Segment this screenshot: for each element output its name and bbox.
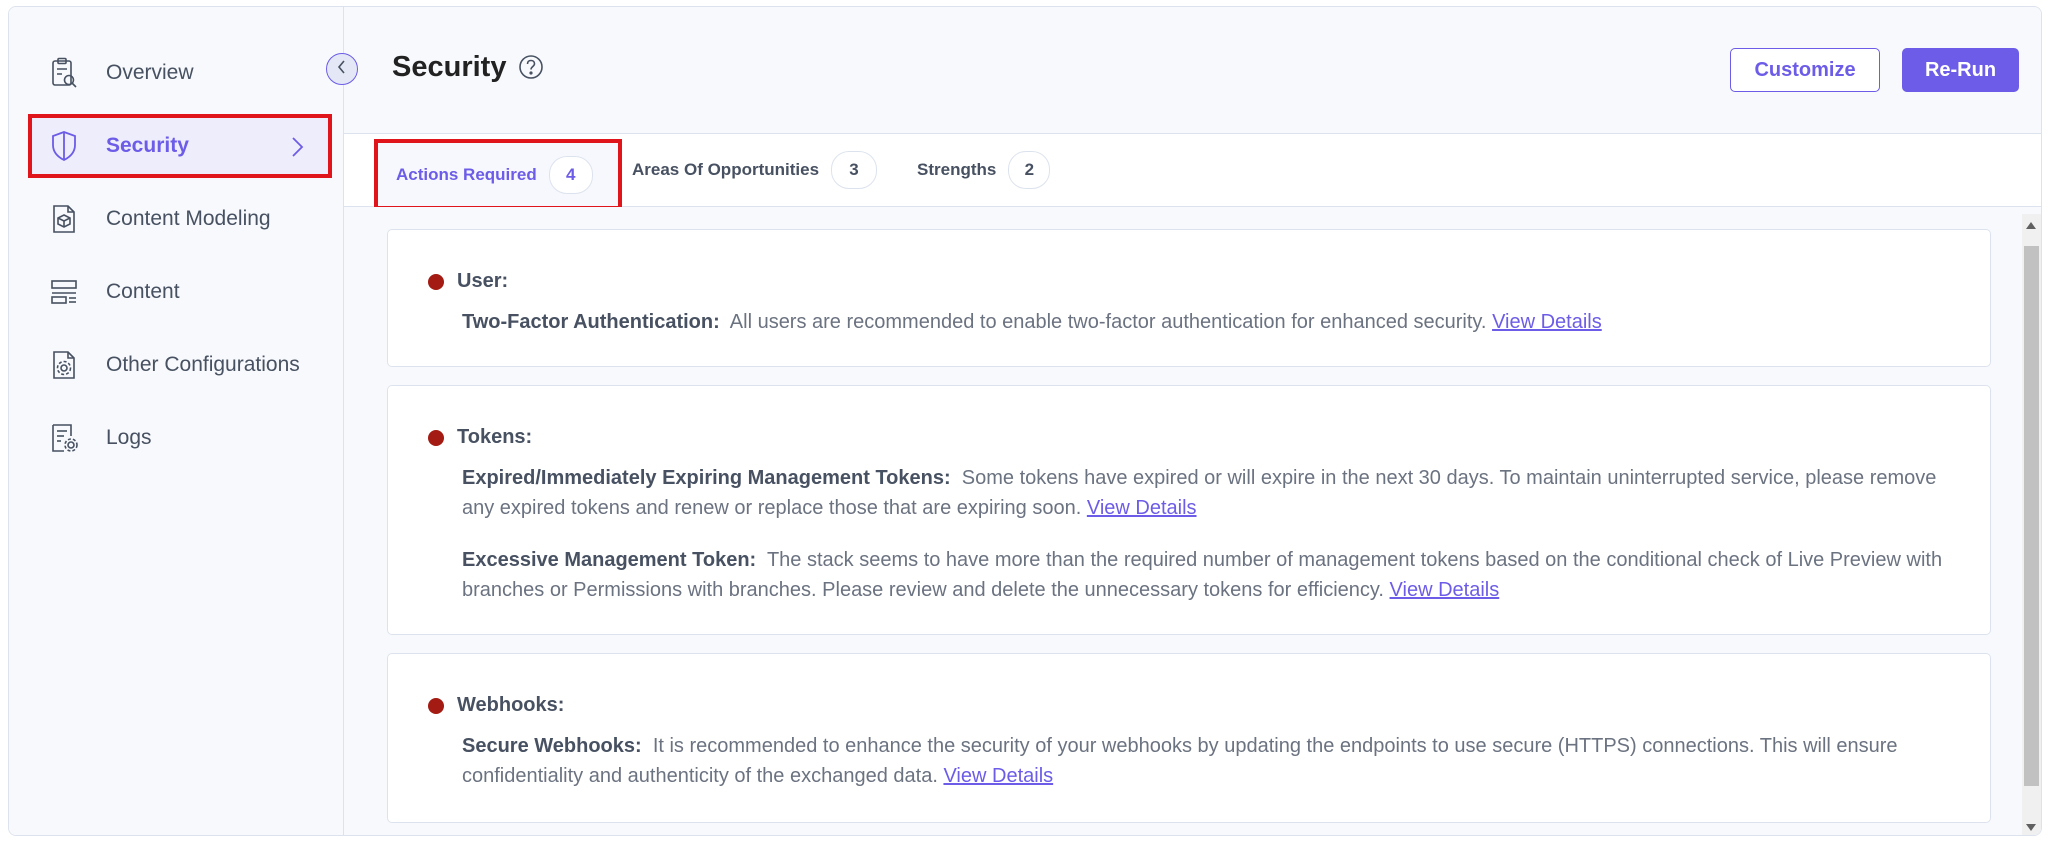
sidebar-item-label: Other Configurations [106,353,300,376]
rerun-button[interactable]: Re-Run [1902,48,2019,92]
status-dot [428,429,444,446]
finding-item: Secure Webhooks: It is recommended to en… [462,732,1962,791]
view-details-link[interactable]: View Details [943,765,1053,787]
help-icon[interactable] [518,54,544,85]
sidebar-item-other-configurations[interactable]: Other Configurations [28,333,332,397]
section-card-tokens: Tokens: Expired/Immediately Expiring Man… [387,385,1991,635]
finding-name: Excessive Management Token: [462,549,757,571]
scrollbar[interactable] [2022,214,2041,835]
sidebar-item-label: Content [106,280,180,303]
section-title: User: [457,270,509,292]
sidebar-item-content-modeling[interactable]: Content Modeling [28,187,332,251]
section-header: User: [428,270,508,293]
view-details-link[interactable]: View Details [1492,311,1602,333]
page-title: Security [392,51,507,83]
section-card-user: User: Two-Factor Authentication: All use… [387,229,1991,367]
shield-icon [48,130,80,162]
scroll-down-arrow-icon[interactable] [2026,824,2036,831]
count-badge: 2 [1008,151,1051,189]
section-title: Tokens: [457,426,533,448]
app-window: Overview Security Content Modeling Conte… [8,6,2042,836]
content-area: User: Two-Factor Authentication: All use… [344,207,2041,835]
sidebar: Overview Security Content Modeling Conte… [9,7,344,835]
tab-label: Strengths [917,160,997,179]
view-details-link[interactable]: View Details [1390,579,1500,601]
view-details-link[interactable]: View Details [1087,497,1197,519]
scroll-up-arrow-icon[interactable] [2026,222,2036,229]
chevron-right-icon [290,136,304,163]
tab-actions-required[interactable]: Actions Required 4 [374,139,622,210]
chevron-left-icon [336,59,348,80]
cube-document-icon [48,203,80,235]
section-header: Tokens: [428,426,532,449]
section-card-webhooks: Webhooks: Secure Webhooks: It is recomme… [387,653,1991,823]
sidebar-item-label: Logs [106,426,152,449]
clipboard-search-icon [48,57,80,89]
finding-item: Excessive Management Token: The stack se… [462,546,1962,605]
sidebar-item-content[interactable]: Content [28,260,332,324]
scrollbar-thumb[interactable] [2024,246,2039,786]
tabs-bar: Actions Required 4 Areas Of Opportunitie… [344,133,2041,210]
customize-button[interactable]: Customize [1730,48,1880,92]
settings-document-icon [48,349,80,381]
sidebar-item-overview[interactable]: Overview [28,41,332,105]
sidebar-item-security[interactable]: Security [28,114,332,178]
finding-name: Expired/Immediately Expiring Management … [462,467,951,489]
finding-item: Two-Factor Authentication: All users are… [462,308,1962,338]
sidebar-item-label: Content Modeling [106,207,271,230]
count-badge: 3 [831,151,878,189]
section-title: Webhooks: [457,694,565,716]
content-list-icon [48,276,80,308]
sidebar-item-logs[interactable]: Logs [28,406,332,470]
log-settings-icon [48,422,80,454]
main-panel: Security Customize Re-Run Actions Requir… [344,7,2041,835]
finding-text: All users are recommended to enable two-… [729,311,1487,333]
status-dot [428,697,444,714]
tab-label: Actions Required [396,164,537,184]
finding-text: It is recommended to enhance the securit… [462,735,1898,787]
collapse-sidebar-button[interactable] [326,53,358,85]
finding-name: Secure Webhooks: [462,735,642,757]
sidebar-item-label: Overview [106,61,194,84]
status-dot [428,273,444,290]
finding-item: Expired/Immediately Expiring Management … [462,464,1962,523]
tab-areas-of-opportunities[interactable]: Areas Of Opportunities 3 [632,144,878,196]
section-header: Webhooks: [428,694,564,717]
tab-label: Areas Of Opportunities [632,160,820,179]
sidebar-item-label: Security [106,134,189,157]
tab-strengths[interactable]: Strengths 2 [917,144,1051,196]
count-badge: 4 [548,155,593,194]
finding-name: Two-Factor Authentication: [462,311,720,333]
